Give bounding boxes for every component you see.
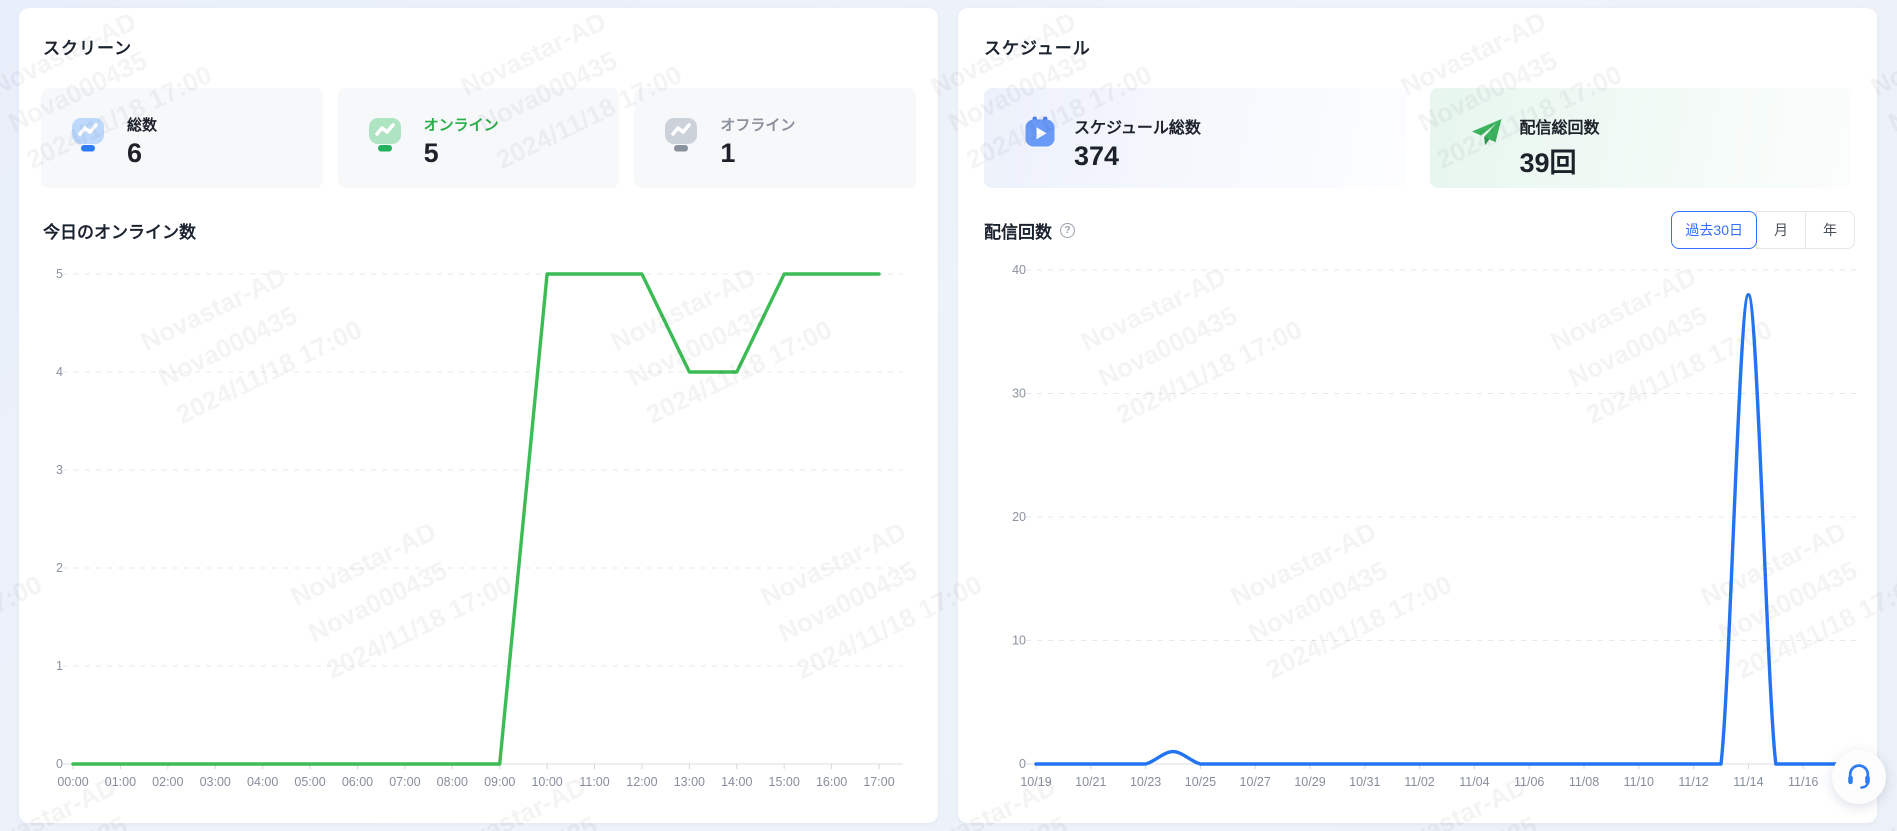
screen-stats-row: 総数 6 オンライン 5	[41, 88, 916, 188]
screen-trend-icon	[366, 114, 404, 152]
x-axis-label: 05:00	[294, 775, 325, 789]
stat-label-online: オンライン	[424, 114, 499, 135]
schedule-panel: スケジュール スケジュール総数 374	[958, 8, 1877, 823]
x-axis-label: 00:00	[57, 775, 88, 789]
tab-year[interactable]: 年	[1805, 211, 1855, 249]
delivery-chart-title: 配信回数	[984, 218, 1052, 243]
x-axis-label: 11/12	[1678, 775, 1708, 789]
x-axis-label: 09:00	[484, 775, 515, 789]
x-axis-label: 11/04	[1459, 775, 1489, 789]
online-count-chart[interactable]: 0 1 2 3 4 5 00:00 01:00 02:00 03:00 04:00 05:00 06:0…	[19, 253, 938, 813]
x-axis-label: 10:00	[531, 775, 562, 789]
stat-card-online: オンライン 5	[338, 88, 620, 188]
schedule-stats-row: スケジュール総数 374 配信総回数 39回	[984, 88, 1851, 188]
y-axis-label: 20	[1012, 510, 1026, 524]
calendar-play-icon	[1022, 114, 1058, 150]
y-axis-label: 30	[1012, 387, 1026, 401]
x-axis-label: 10/27	[1240, 775, 1271, 789]
x-axis-label: 11:00	[579, 775, 609, 789]
x-axis-label: 15:00	[769, 775, 800, 789]
tab-last-30-days[interactable]: 過去30日	[1671, 211, 1757, 249]
stat-value-schedule-total: 374	[1074, 141, 1201, 172]
stat-card-offline: オフライン 1	[634, 88, 916, 188]
series-line	[1036, 295, 1858, 764]
x-axis-label: 08:00	[437, 775, 468, 789]
tab-month[interactable]: 月	[1756, 211, 1806, 249]
range-tabs: 過去30日 月 年	[1671, 211, 1855, 249]
schedule-panel-title: スケジュール	[984, 34, 1091, 59]
x-axis-label: 06:00	[342, 775, 373, 789]
stat-card-total: 総数 6	[41, 88, 323, 188]
x-axis-label: 10/23	[1130, 775, 1161, 789]
x-axis-label: 17:00	[863, 775, 894, 789]
stat-value-offline: 1	[720, 138, 795, 169]
stat-label-total: 総数	[127, 114, 157, 135]
delivery-chart-header: 配信回数 ? 過去30日 月 年	[984, 211, 1855, 249]
x-axis-label: 10/29	[1294, 775, 1325, 789]
x-axis-label: 10/19	[1020, 775, 1051, 789]
help-icon[interactable]: ?	[1060, 223, 1075, 238]
x-axis-label: 16:00	[816, 775, 847, 789]
stat-card-delivery-total: 配信総回数 39回	[1430, 88, 1852, 188]
series-line	[73, 274, 879, 764]
stat-value-online: 5	[424, 138, 499, 169]
stat-value-delivery-total: 39回	[1520, 141, 1600, 180]
paper-plane-icon	[1468, 114, 1504, 150]
y-axis-label: 5	[56, 267, 63, 281]
stat-value-total: 6	[127, 138, 157, 169]
x-axis-label: 04:00	[247, 775, 278, 789]
x-axis-label: 11/06	[1514, 775, 1544, 789]
y-axis-label: 1	[56, 659, 63, 673]
online-chart-title: 今日のオンライン数	[43, 218, 196, 243]
screen-trend-icon	[662, 114, 700, 152]
stat-card-schedule-total: スケジュール総数 374	[984, 88, 1406, 188]
x-axis-label: 03:00	[200, 775, 231, 789]
x-axis-label: 13:00	[674, 775, 705, 789]
y-axis-label: 3	[56, 463, 63, 477]
y-axis-label: 40	[1012, 263, 1026, 277]
x-axis-label: 11/10	[1624, 775, 1654, 789]
screen-panel-title: スクリーン	[43, 34, 132, 59]
screen-panel: スクリーン 総数 6	[19, 8, 938, 823]
y-axis-label: 10	[1012, 634, 1026, 648]
x-axis-label: 10/31	[1349, 775, 1380, 789]
x-axis-label: 10/25	[1185, 775, 1216, 789]
screen-trend-icon	[69, 114, 107, 152]
x-axis-label: 01:00	[105, 775, 136, 789]
headset-icon	[1844, 760, 1874, 795]
stat-label-schedule-total: スケジュール総数	[1074, 114, 1201, 138]
x-axis-label: 11/08	[1569, 775, 1599, 789]
x-axis-label: 11/02	[1404, 775, 1434, 789]
stat-label-delivery-total: 配信総回数	[1520, 114, 1600, 138]
x-axis-label: 10/21	[1075, 775, 1106, 789]
x-axis-label: 02:00	[152, 775, 183, 789]
y-axis-label: 2	[56, 561, 63, 575]
y-axis-label: 4	[56, 365, 63, 379]
delivery-count-chart[interactable]: 0 10 20 30 40 10/19 10/21 10/23 10/25 10/27 10/29 1…	[958, 253, 1877, 813]
y-axis-label: 0	[1019, 757, 1026, 771]
x-axis-label: 07:00	[389, 775, 420, 789]
support-button[interactable]	[1832, 750, 1886, 804]
x-axis-label: 11/14	[1733, 775, 1763, 789]
x-axis-label: 14:00	[721, 775, 752, 789]
y-axis-label: 0	[56, 757, 63, 771]
x-axis-label: 11/16	[1788, 775, 1818, 789]
stat-label-offline: オフライン	[720, 114, 795, 135]
x-axis-label: 12:00	[626, 775, 657, 789]
